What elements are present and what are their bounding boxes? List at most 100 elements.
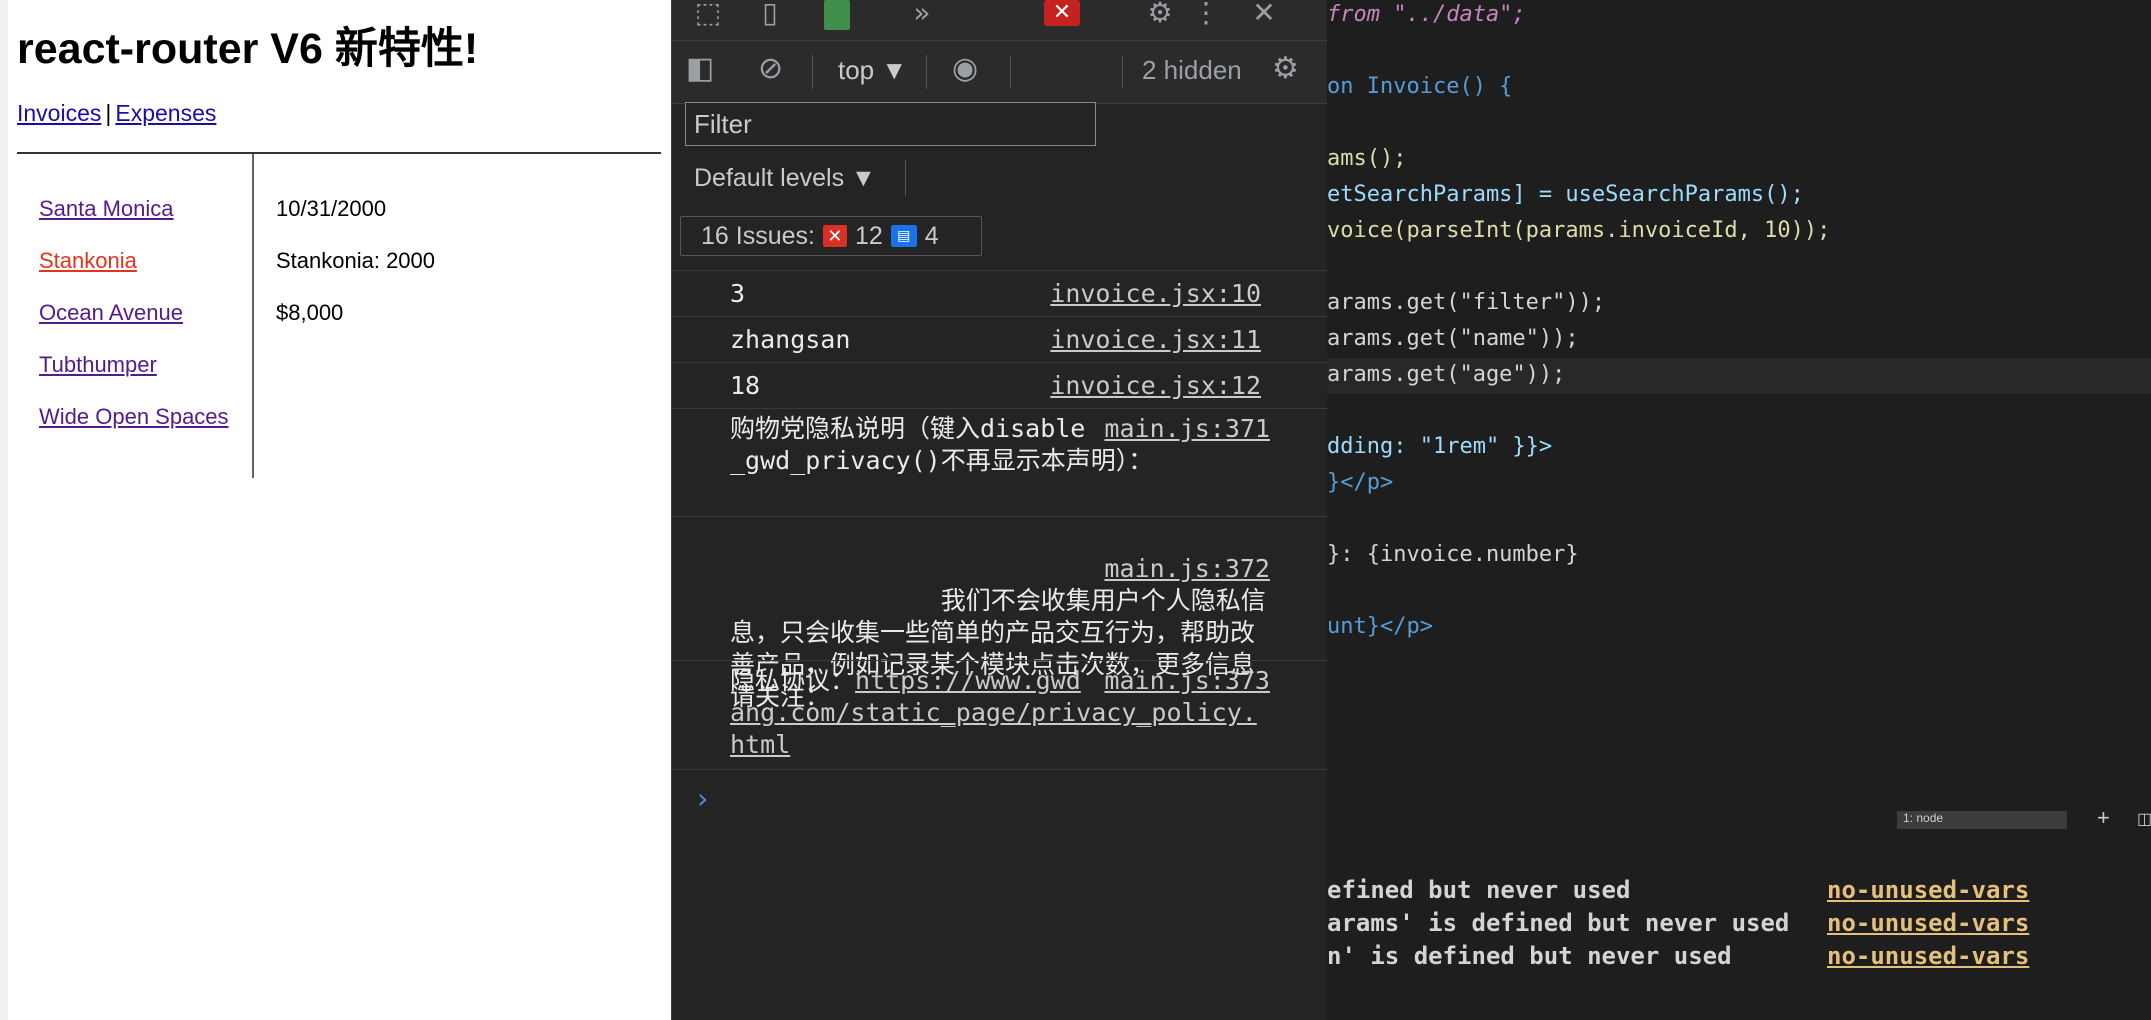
nav-link-invoices[interactable]: Invoices	[17, 100, 101, 126]
console-prompt-icon[interactable]: ›	[694, 782, 711, 815]
invoice-list: Santa Monica Stankonia Ocean Avenue Tubt…	[39, 196, 229, 456]
log-source-link[interactable]: invoice.jsx:10	[1050, 279, 1261, 308]
code-line: arams.get("name"));	[1327, 326, 1579, 351]
code-token: arams.get("age"));	[1327, 362, 1566, 387]
inspect-element-icon[interactable]: ⬚	[690, 0, 726, 30]
warning-line: efined but never used	[1327, 876, 1630, 904]
dropdown-triangle-icon: ▼	[851, 164, 876, 192]
browser-page: react-router V6 新特性! Invoices | Expenses S…	[0, 0, 671, 1020]
invoice-due-date: 10/31/2000	[276, 196, 387, 221]
filter-input[interactable]	[685, 102, 1096, 146]
toolbar-divider	[1010, 55, 1011, 89]
log-source-link[interactable]: main.js:372	[1104, 553, 1270, 585]
log-text: 购物党隐私说明（键入disable_gwd_privacy()不再显示本声明）：	[730, 414, 1154, 475]
log-source-link[interactable]: invoice.jsx:11	[1050, 325, 1261, 354]
console-message: main.js:371 购物党隐私说明（键入disable_gwd_privac…	[672, 408, 1327, 516]
more-options-icon[interactable]: ⋮	[1188, 0, 1224, 30]
code-line: ams();	[1327, 146, 1406, 171]
log-source-link[interactable]: main.js:373	[1104, 665, 1270, 697]
console-message: main.js:373 隐私协议：https://www.gwdang.com/…	[672, 660, 1327, 770]
terminal-select[interactable]: 1: node	[1897, 811, 2067, 829]
terminal-header: 1: node + ◫	[1897, 805, 2151, 830]
toolbar-divider	[926, 55, 927, 89]
warning-rule[interactable]: no-unused-vars	[1827, 909, 2029, 937]
log-text: 3	[730, 279, 746, 308]
code-token: }</p>	[1327, 470, 1394, 495]
log-text: zhangsan	[730, 325, 851, 354]
log-levels-label: Default levels	[694, 164, 845, 192]
code-line: }</p>	[1327, 470, 1393, 495]
code-token: ams();	[1327, 146, 1407, 171]
console-message: main.js:372 我们不会收集用户个人隐私信息，只会收集一些简单的产品交互…	[672, 516, 1327, 711]
sidebar-toggle-icon[interactable]: ◧	[686, 51, 714, 86]
invoice-link-tubthumper[interactable]: Tubthumper	[39, 352, 157, 377]
warning-text: n' is defined but never used	[1327, 942, 1732, 970]
list-item: Stankonia	[39, 248, 229, 300]
devtools-tab-toolbar: ⬚ ▯ » ✕ ⚙ ⋮ ✕	[672, 0, 1327, 40]
close-devtools-icon[interactable]: ✕	[1246, 0, 1282, 30]
warning-rule[interactable]: no-unused-vars	[1827, 876, 2029, 904]
code-line: arams.get("age"));	[1327, 362, 1565, 387]
code-line: etSearchParams] = useSearchParams();	[1327, 182, 1804, 207]
warning-text: arams' is defined but never used	[1327, 909, 1790, 937]
main-nav: Invoices | Expenses	[17, 100, 216, 127]
toolbar-divider	[1122, 55, 1123, 89]
invoice-link-santa-monica[interactable]: Santa Monica	[39, 196, 174, 221]
invoice-amount: $8,000	[276, 300, 344, 325]
error-issues-count: 12	[854, 221, 883, 250]
console-toolbar: ◧ ⊘ top ▼ ◉ 2 hidden ⚙	[672, 40, 1327, 104]
invoice-link-ocean-avenue[interactable]: Ocean Avenue	[39, 300, 183, 325]
invoice-link-wide-open-spaces[interactable]: Wide Open Spaces	[39, 404, 229, 429]
console-message: 3 invoice.jsx:10	[672, 270, 1327, 316]
nav-separator: |	[105, 100, 112, 126]
code-token: etSearchParams] = useSearchParams();	[1327, 182, 1804, 207]
warning-text: efined but never used	[1327, 876, 1631, 904]
invoice-name: Stankonia: 2000	[276, 248, 436, 273]
log-levels-dropdown[interactable]: Default levels ▼	[694, 164, 876, 193]
code-editor: from "../data"; on Invoice() { ams(); et…	[1327, 0, 2151, 1020]
more-tabs-icon[interactable]: »	[904, 0, 940, 30]
log-text: 隐私协议：	[730, 666, 856, 695]
console-message: zhangsan invoice.jsx:11	[672, 316, 1327, 362]
console-log: 3 invoice.jsx:10 zhangsan invoice.jsx:11…	[672, 270, 1327, 770]
log-source-link[interactable]: main.js:371	[1104, 413, 1270, 445]
split-terminal-icon[interactable]: ◫	[2137, 809, 2151, 829]
log-source-link[interactable]: invoice.jsx:12	[1050, 371, 1261, 400]
device-toolbar-icon[interactable]: ▯	[752, 0, 788, 30]
list-item: Santa Monica	[39, 196, 229, 248]
log-text-wrapped: main.js:373 隐私协议：https://www.gwdang.com/…	[730, 665, 1270, 761]
context-selector[interactable]: top ▼	[838, 55, 907, 86]
issues-counter-button[interactable]: 16 Issues: ✕ 12 ▤ 4	[680, 216, 982, 256]
code-token: from "../data";	[1327, 2, 1526, 27]
info-issues-icon: ▤	[890, 225, 917, 247]
vue-devtools-icon[interactable]	[824, 0, 850, 30]
code-line: unt}</p>	[1327, 614, 1433, 639]
live-expression-eye-icon[interactable]: ◉	[952, 51, 978, 86]
nav-link-expenses[interactable]: Expenses	[115, 100, 216, 126]
warning-rule[interactable]: no-unused-vars	[1827, 942, 2029, 970]
list-item: Ocean Avenue	[39, 300, 229, 352]
log-text-wrapped: main.js:371 购物党隐私说明（键入disable_gwd_privac…	[730, 413, 1270, 477]
code-token: unt}</p>	[1327, 614, 1433, 639]
code-line: dding: "1rem" }}>	[1327, 434, 1552, 459]
console-settings-gear-icon[interactable]: ⚙	[1272, 51, 1299, 86]
error-issues-icon: ✕	[822, 225, 847, 247]
invoice-link-stankonia[interactable]: Stankonia	[39, 248, 137, 273]
error-count-icon[interactable]: ✕	[1044, 0, 1080, 26]
sidebar-divider	[252, 154, 254, 478]
header-divider	[17, 152, 661, 154]
issues-label: 16 Issues:	[701, 221, 815, 250]
toolbar-divider	[905, 160, 906, 196]
code-token: on Invoice() {	[1327, 74, 1513, 99]
code-token: arams.get("name"));	[1327, 326, 1579, 351]
code-token: arams.get("filter"));	[1327, 290, 1606, 315]
code-line: on Invoice() {	[1327, 74, 1512, 99]
settings-gear-icon[interactable]: ⚙	[1142, 0, 1178, 30]
code-token: }: {invoice.number}	[1327, 542, 1579, 567]
page-edge	[0, 0, 8, 1020]
code-line: arams.get("filter"));	[1327, 290, 1605, 315]
clear-console-icon[interactable]: ⊘	[758, 51, 783, 86]
warning-line: n' is defined but never used	[1327, 942, 1732, 970]
code-token: voice(parseInt(params.invoiceId, 10));	[1327, 218, 1831, 243]
new-terminal-icon[interactable]: +	[2097, 805, 2110, 831]
